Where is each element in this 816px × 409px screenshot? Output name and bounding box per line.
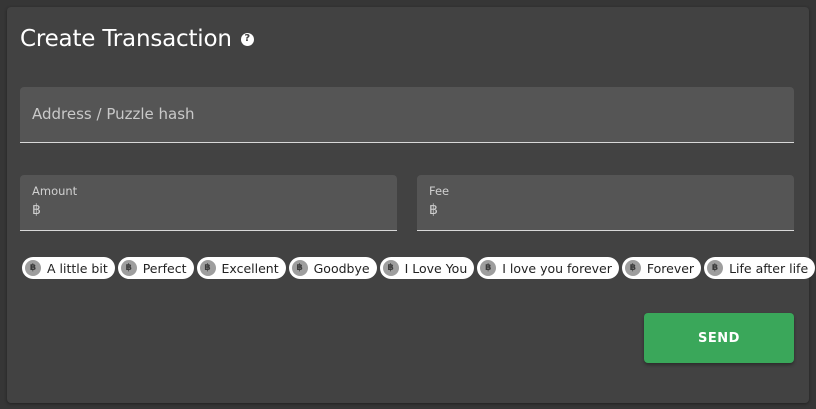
fee-currency-symbol: ฿ (429, 202, 438, 218)
chip-i-love-you-forever[interactable]: ฿ I love you forever (477, 257, 619, 279)
chip-a-little-bit[interactable]: ฿ A little bit (22, 257, 115, 279)
help-icon[interactable]: ? (240, 32, 254, 46)
chip-label: Life after life (729, 260, 809, 276)
amount-currency-symbol: ฿ (32, 202, 41, 218)
chip-label: I Love You (404, 260, 468, 276)
fee-label: Fee (429, 184, 450, 198)
page-title: Create Transaction (20, 26, 232, 52)
baht-coin-icon: ฿ (291, 260, 308, 276)
chip-goodbye[interactable]: ฿ Goodbye (288, 257, 377, 279)
address-placeholder: Address / Puzzle hash (32, 105, 195, 123)
chip-label: Perfect (142, 260, 187, 276)
chip-excellent[interactable]: ฿ Excellent (196, 257, 286, 279)
baht-coin-icon: ฿ (480, 260, 497, 276)
chip-i-love-you[interactable]: ฿ I Love You (379, 257, 475, 279)
chip-life-after-life[interactable]: ฿ Life after life (704, 257, 816, 279)
amount-label: Amount (32, 184, 78, 198)
baht-coin-icon: ฿ (382, 260, 399, 276)
baht-coin-icon: ฿ (624, 260, 641, 276)
chip-label: I love you forever (502, 260, 612, 276)
fee-field[interactable]: Fee ฿ (417, 175, 794, 231)
baht-coin-icon: ฿ (199, 260, 216, 276)
baht-coin-icon: ฿ (25, 260, 41, 276)
amount-preset-chips: ฿ A little bit ฿ Perfect ฿ Excellent ฿ G… (22, 257, 816, 279)
address-field[interactable]: Address / Puzzle hash (20, 87, 794, 143)
chip-label: Forever (646, 260, 695, 276)
chip-label: Excellent (221, 260, 279, 276)
title-row: Create Transaction ? (20, 26, 254, 52)
baht-coin-icon: ฿ (707, 260, 724, 276)
chip-label: A little bit (47, 260, 108, 276)
amount-field[interactable]: Amount ฿ (20, 175, 397, 231)
baht-coin-icon: ฿ (120, 260, 137, 276)
chip-perfect[interactable]: ฿ Perfect (117, 257, 194, 279)
send-button[interactable]: SEND (644, 313, 794, 363)
create-transaction-card: Create Transaction ? Address / Puzzle ha… (7, 7, 816, 403)
chip-label: Goodbye (313, 260, 370, 276)
chip-forever[interactable]: ฿ Forever (621, 257, 702, 279)
